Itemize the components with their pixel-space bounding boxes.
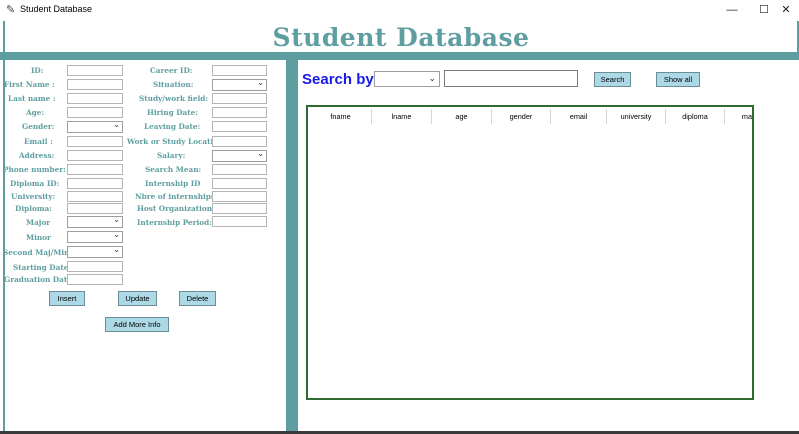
diploma-id-label: Diploma ID: [10,179,60,188]
delete-button[interactable]: Delete [179,291,216,306]
id-label: ID: [31,66,44,75]
starting-date-label: Starting Date [13,263,69,272]
situation-label: Situation: [153,80,194,89]
host-org-label: Host Organization: [137,204,215,213]
nbre-internship-field[interactable] [212,191,267,202]
gender-label: Gender: [22,122,55,131]
feather-icon: ✎ [6,4,16,16]
major-select[interactable]: ⌄ [67,215,123,228]
situation-select[interactable]: ⌄ [212,78,267,91]
university-field[interactable] [67,191,123,202]
column-header-email[interactable]: email [551,109,607,124]
university-label: University: [11,192,56,201]
internship-id-field[interactable] [212,178,267,189]
study-field-field[interactable] [212,93,267,104]
column-header-fname[interactable]: fname [310,109,372,124]
gender-select[interactable]: ⌄ [67,120,123,133]
first-name-label: First Name : [4,80,55,89]
phone-field[interactable] [67,164,123,175]
chevron-down-icon: ⌄ [113,215,120,224]
search-field-select[interactable]: ⌄ [374,71,440,87]
study-field-label: Study/work field: [139,94,209,103]
chevron-down-icon: ⌄ [257,78,264,87]
location-field[interactable] [212,136,267,147]
diploma-field[interactable] [67,203,123,214]
page-title: Student Database [272,23,530,52]
window-title: Student Database [20,4,93,14]
column-header-diploma[interactable]: diploma [666,109,725,124]
column-header-gender[interactable]: gender [492,109,551,124]
diploma-id-field[interactable] [67,178,123,189]
email-label: Email : [24,137,53,146]
salary-label: Salary: [157,151,186,160]
address-label: Address: [19,151,55,160]
search-input[interactable] [444,70,578,87]
last-name-label: Last name : [8,94,56,103]
chevron-down-icon: ⌄ [113,245,120,254]
graduation-date-label: Graduation Date [4,275,72,284]
show-all-button[interactable]: Show all [656,72,700,87]
internship-id-label: Internship ID [145,179,201,188]
panel-divider [286,60,298,434]
chevron-down-icon: ⌄ [428,73,436,83]
graduation-date-field[interactable] [67,274,123,285]
first-name-field[interactable] [67,79,123,90]
internship-period-label: Internship Period: [137,218,212,227]
add-more-info-button[interactable]: Add More Info [105,317,169,332]
major-label: Major [26,218,51,227]
host-org-field[interactable] [212,203,267,214]
age-field[interactable] [67,107,123,118]
header-banner: Student Database [3,21,799,52]
close-button[interactable]: ✕ [770,0,799,20]
age-label: Age: [26,108,45,117]
column-header-lname[interactable]: lname [372,109,432,124]
internship-period-field[interactable] [212,216,267,227]
search-by-label: Search by [302,71,374,88]
column-header-major[interactable]: ma [725,109,752,124]
minimize-button[interactable]: — [716,0,748,20]
search-button[interactable]: Search [594,72,631,87]
minor-select[interactable]: ⌄ [67,230,123,243]
phone-label: Phone number: [3,165,66,174]
chevron-down-icon: ⌄ [257,149,264,158]
search-mean-label: Search Mean: [145,165,202,174]
chevron-down-icon: ⌄ [113,120,120,129]
career-id-field[interactable] [212,65,267,76]
leaving-date-field[interactable] [212,121,267,132]
career-id-label: Career ID: [150,66,193,75]
diploma-label: Diploma: [15,204,52,213]
insert-button[interactable]: Insert [49,291,85,306]
window-titlebar: ✎ Student Database — ☐ ✕ [0,0,799,21]
search-mean-field[interactable] [212,164,267,175]
starting-date-field[interactable] [67,261,123,272]
hiring-date-label: Hiring Date: [147,108,198,117]
minor-label: Minor [26,233,51,242]
chevron-down-icon: ⌄ [113,230,120,239]
second-major-select[interactable]: ⌄ [67,245,123,258]
address-field[interactable] [67,150,123,161]
last-name-field[interactable] [67,93,123,104]
nbre-internship-label: Nbre of internships: [135,192,218,201]
hiring-date-field[interactable] [212,107,267,118]
column-header-university[interactable]: university [607,109,666,124]
id-field[interactable] [67,65,123,76]
second-major-label: Second Maj/Min [3,248,70,257]
results-table[interactable]: fname lname age gender email university … [306,105,754,400]
email-field[interactable] [67,136,123,147]
salary-select[interactable]: ⌄ [212,149,267,162]
column-header-age[interactable]: age [432,109,492,124]
header-divider [0,52,799,60]
update-button[interactable]: Update [118,291,157,306]
leaving-date-label: Leaving Date: [144,122,201,131]
